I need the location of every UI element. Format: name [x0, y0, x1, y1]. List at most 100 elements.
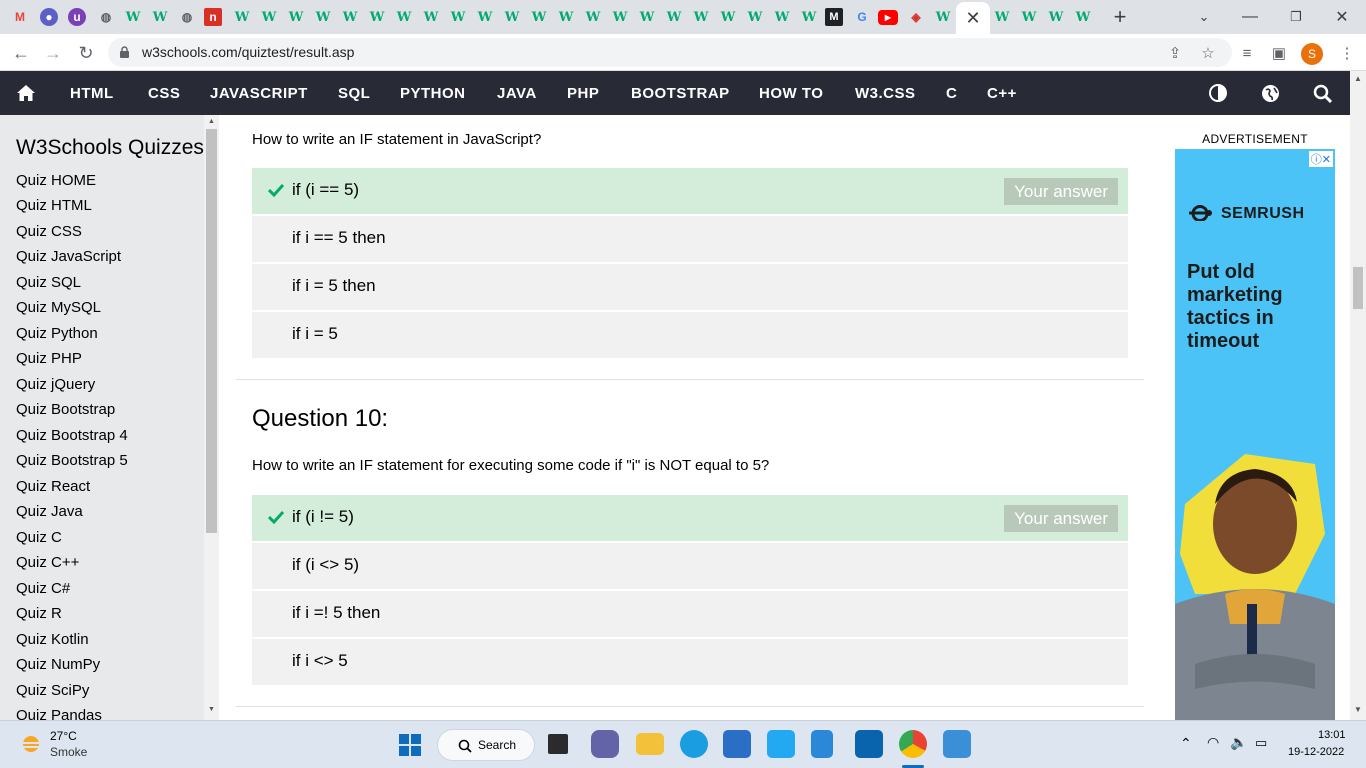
profile-tab-icon[interactable]: ●: [40, 8, 58, 26]
question-10-option-2[interactable]: if (i <> 5): [252, 543, 1128, 589]
w3schools-tab-icon[interactable]: W: [663, 6, 685, 28]
share-icon[interactable]: ⇪: [1164, 42, 1186, 64]
sidebar-link-quiz-bootstrap-5[interactable]: Quiz Bootstrap 5: [16, 452, 128, 469]
address-bar[interactable]: w3schools.com/quiztest/result.asp ⇪ ☆: [108, 38, 1232, 67]
tab-search-chevron-icon[interactable]: ⌄: [1184, 4, 1224, 30]
page-scrollbar-thumb[interactable]: [1353, 267, 1363, 309]
nav-html[interactable]: HTML: [70, 71, 114, 115]
photos-icon[interactable]: [943, 730, 971, 758]
sidebar-link-quiz-javascript[interactable]: Quiz JavaScript: [16, 248, 121, 265]
gmail-tab-icon[interactable]: M: [9, 6, 31, 28]
ad-info-close-icon[interactable]: ⓘ✕: [1308, 151, 1333, 167]
w3schools-tab-icon[interactable]: W: [991, 6, 1013, 28]
sidebar-link-quiz-sql[interactable]: Quiz SQL: [16, 274, 81, 291]
w3schools-tab-icon[interactable]: W: [1045, 6, 1067, 28]
system-tray-chevron-icon[interactable]: ⌃: [1180, 735, 1192, 752]
google-tab-icon[interactable]: G: [851, 6, 873, 28]
sidebar-link-quiz-kotlin[interactable]: Quiz Kotlin: [16, 631, 89, 648]
active-tab-close-icon[interactable]: ✕: [956, 2, 990, 34]
w3schools-tab-icon[interactable]: W: [636, 6, 658, 28]
nav-javascript[interactable]: JAVASCRIPT: [210, 71, 308, 115]
question-10-option-1[interactable]: if (i != 5) Your answer: [252, 495, 1128, 541]
w3schools-tab-icon[interactable]: W: [798, 6, 820, 28]
layers-tab-icon[interactable]: ◈: [905, 6, 927, 28]
dark-mode-icon[interactable]: [1209, 84, 1227, 102]
weather-sun-icon[interactable]: [18, 731, 44, 757]
w3schools-tab-icon[interactable]: W: [555, 6, 577, 28]
volume-icon[interactable]: 🔈: [1230, 734, 1247, 751]
w3schools-tab-icon[interactable]: W: [231, 6, 253, 28]
w3schools-tab-icon[interactable]: W: [447, 6, 469, 28]
sidebar-link-quiz-php[interactable]: Quiz PHP: [16, 350, 82, 367]
wifi-icon[interactable]: ◠: [1207, 734, 1219, 751]
sidebar-link-quiz-csharp[interactable]: Quiz C#: [16, 580, 70, 597]
w3schools-tab-icon[interactable]: W: [1018, 6, 1040, 28]
w3schools-tab-icon[interactable]: W: [339, 6, 361, 28]
globe-icon[interactable]: [1261, 84, 1280, 103]
sidebar-link-quiz-pandas[interactable]: Quiz Pandas: [16, 707, 102, 720]
w3schools-tab-icon[interactable]: W: [717, 6, 739, 28]
battery-icon[interactable]: ▭: [1255, 735, 1267, 751]
w3schools-tab-icon[interactable]: W: [690, 6, 712, 28]
teams-chat-icon[interactable]: [591, 730, 619, 758]
nav-java[interactable]: JAVA: [497, 71, 537, 115]
side-panel-icon[interactable]: ▣: [1266, 40, 1292, 66]
sidebar-link-quiz-r[interactable]: Quiz R: [16, 605, 62, 622]
question-9-option-3[interactable]: if i = 5 then: [252, 264, 1128, 310]
mail-icon[interactable]: [855, 730, 883, 758]
sidebar-link-quiz-scipy[interactable]: Quiz SciPy: [16, 682, 89, 699]
sidebar-scrollbar[interactable]: ▲ ▼: [204, 115, 219, 720]
w3schools-tab-icon[interactable]: W: [258, 6, 280, 28]
w3schools-tab-icon[interactable]: W: [393, 6, 415, 28]
w3schools-tab-icon[interactable]: W: [1072, 6, 1094, 28]
nav-w3css[interactable]: W3.CSS: [855, 71, 916, 115]
question-9-option-1[interactable]: if (i == 5) Your answer: [252, 168, 1128, 214]
sidebar-scroll-up-icon[interactable]: ▲: [208, 118, 215, 125]
sidebar-link-quiz-bootstrap-4[interactable]: Quiz Bootstrap 4: [16, 427, 128, 444]
advertisement-banner[interactable]: ⓘ✕ SEMRUSH Put old marketing tactics in …: [1175, 149, 1335, 720]
question-9-option-4[interactable]: if i = 5: [252, 312, 1128, 358]
nav-cpp[interactable]: C++: [987, 71, 1017, 115]
sidebar-link-quiz-numpy[interactable]: Quiz NumPy: [16, 656, 100, 673]
w3schools-tab-icon[interactable]: W: [366, 6, 388, 28]
windows-start-icon[interactable]: [398, 733, 422, 757]
nav-css[interactable]: CSS: [148, 71, 180, 115]
home-icon[interactable]: [16, 83, 36, 103]
w3schools-tab-icon[interactable]: W: [285, 6, 307, 28]
close-window-icon[interactable]: ✕: [1322, 4, 1362, 30]
sidebar-scrollbar-thumb[interactable]: [206, 129, 217, 533]
reading-list-icon[interactable]: ≡: [1234, 40, 1260, 66]
chrome-browser-icon[interactable]: [899, 730, 927, 758]
extension-tab-icon[interactable]: u: [68, 8, 86, 26]
nav-c[interactable]: C: [946, 71, 957, 115]
w3schools-tab-icon[interactable]: W: [609, 6, 631, 28]
question-10-option-3[interactable]: if i =! 5 then: [252, 591, 1128, 637]
minimize-icon[interactable]: —: [1230, 4, 1270, 30]
sidebar-link-quiz-react[interactable]: Quiz React: [16, 478, 90, 495]
w3schools-tab-icon[interactable]: W: [122, 6, 144, 28]
sidebar-link-quiz-c[interactable]: Quiz C: [16, 529, 62, 546]
sidebar-link-quiz-cpp[interactable]: Quiz C++: [16, 554, 79, 571]
clock-time[interactable]: 13:01: [1318, 729, 1346, 741]
sidebar-scroll-down-icon[interactable]: ▼: [208, 706, 215, 713]
medium-tab-icon[interactable]: M: [825, 8, 843, 26]
question-10-option-4[interactable]: if i <> 5: [252, 639, 1128, 685]
sidebar-link-quiz-jquery[interactable]: Quiz jQuery: [16, 376, 95, 393]
youtube-tab-icon[interactable]: ▶: [878, 10, 898, 25]
file-explorer-icon[interactable]: [636, 733, 664, 755]
nav-php[interactable]: PHP: [567, 71, 599, 115]
taskbar-search[interactable]: Search: [437, 729, 535, 761]
globe-tab-icon[interactable]: ◍: [176, 6, 198, 28]
scroll-down-arrow-icon[interactable]: ▼: [1354, 705, 1362, 714]
new-tab-plus-icon[interactable]: +: [1108, 4, 1132, 30]
w3schools-tab-icon[interactable]: W: [582, 6, 604, 28]
question-9-option-2[interactable]: if i == 5 then: [252, 216, 1128, 262]
globe-tab-icon[interactable]: ◍: [95, 6, 117, 28]
w3schools-tab-icon[interactable]: W: [744, 6, 766, 28]
sidebar-link-quiz-html[interactable]: Quiz HTML: [16, 197, 92, 214]
nav-python[interactable]: PYTHON: [400, 71, 466, 115]
w3schools-tab-icon[interactable]: W: [420, 6, 442, 28]
sidebar-link-quiz-java[interactable]: Quiz Java: [16, 503, 83, 520]
w3schools-tab-icon[interactable]: W: [149, 6, 171, 28]
forward-arrow-icon[interactable]: →: [40, 40, 66, 66]
